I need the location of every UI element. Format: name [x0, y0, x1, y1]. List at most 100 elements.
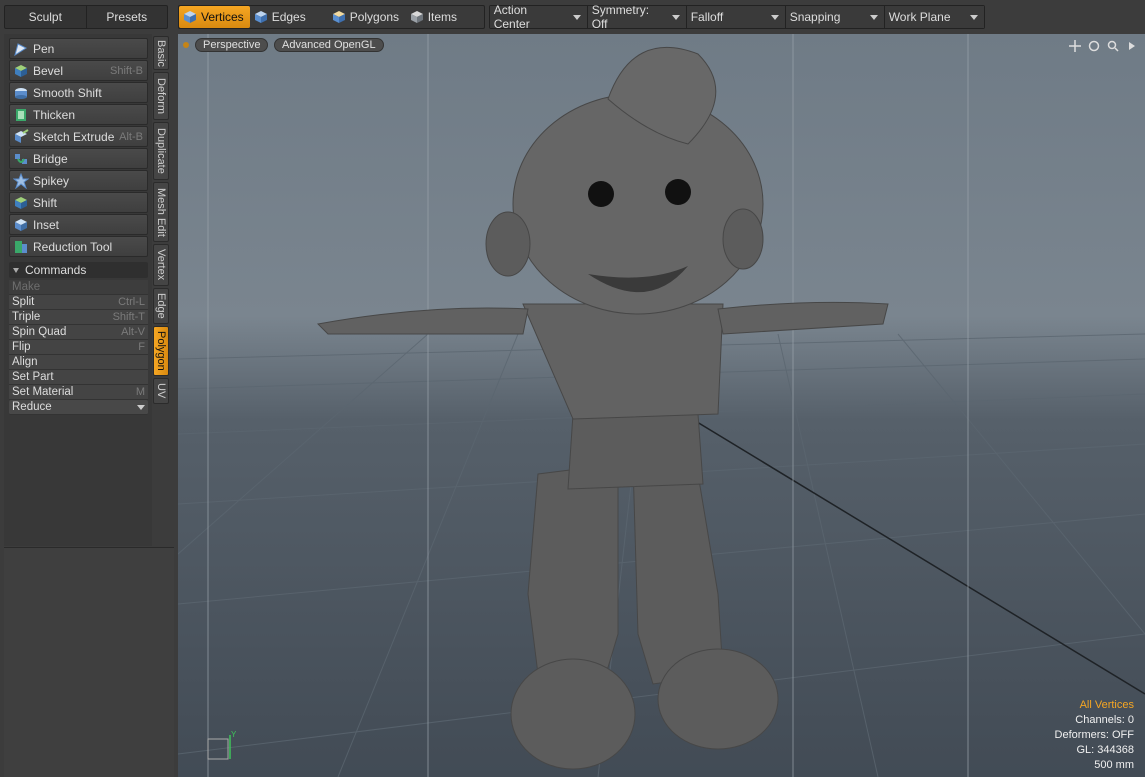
tab-presets[interactable]: Presets: [85, 6, 168, 28]
tool-label: Shift: [33, 195, 58, 210]
viewport-options-dot-icon[interactable]: [183, 42, 189, 48]
items-mode-label: Items: [427, 10, 458, 24]
tab-label: Mesh Edit: [155, 187, 167, 237]
shift-tool-button[interactable]: Shift: [9, 192, 148, 213]
command-label: Split: [12, 296, 35, 308]
chevron-down-icon: [770, 14, 779, 20]
move-view-icon[interactable]: [1067, 38, 1082, 53]
collapse-triangle-icon: [13, 267, 19, 273]
items-cube-icon: [410, 11, 423, 23]
command-flip[interactable]: Flip F: [9, 340, 148, 355]
tool-label: Reduction Tool: [33, 239, 113, 254]
command-split[interactable]: Split Ctrl-L: [9, 295, 148, 310]
toolbar-dropdown-group: Action Center Symmetry: Off Falloff Snap…: [488, 3, 985, 31]
spikey-tool-button[interactable]: Spikey: [9, 170, 148, 191]
tab-duplicate[interactable]: Duplicate: [153, 122, 169, 180]
panel-tab-strip: Sculpt Presets: [4, 5, 168, 29]
command-label: Spin Quad: [12, 326, 67, 338]
zoom-view-icon[interactable]: [1105, 38, 1120, 53]
reduce-dropdown[interactable]: Reduce: [9, 400, 148, 415]
gl-polycount-readout: GL: 344368: [1076, 744, 1135, 756]
symmetry-dropdown[interactable]: Symmetry: Off: [587, 3, 687, 31]
tab-label: UV: [155, 383, 167, 399]
expand-arrow-icon[interactable]: [1124, 38, 1139, 53]
command-triple[interactable]: Triple Shift-T: [9, 310, 148, 325]
command-shortcut: M: [135, 386, 145, 398]
work-plane-dropdown[interactable]: Work Plane: [884, 6, 984, 28]
command-label: Make: [12, 281, 41, 293]
view-type-button[interactable]: Perspective: [195, 38, 269, 52]
tab-basic[interactable]: Basic: [153, 36, 169, 70]
command-shortcut: F: [138, 341, 145, 353]
3d-viewport[interactable]: Perspective Advanced OpenGL Y All Vertic…: [178, 34, 1145, 777]
chevron-down-icon: [572, 14, 581, 20]
reduction-tool-button[interactable]: Reduction Tool: [9, 236, 148, 257]
command-label: Triple: [12, 311, 41, 323]
command-shortcut: Alt-V: [121, 326, 145, 338]
viewport-nav-icons: [1067, 38, 1139, 53]
command-label: Align: [12, 356, 38, 368]
tool-panel: Pen Bevel Shift-B Smooth Shift Thicken Sk…: [4, 34, 152, 546]
sketch-extrude-icon: [15, 128, 29, 143]
chevron-down-icon: [969, 14, 978, 20]
bevel-tool-button[interactable]: Bevel Shift-B: [9, 60, 148, 81]
tool-label: Thicken: [33, 107, 76, 122]
items-mode-button[interactable]: Items: [406, 6, 484, 28]
chevron-down-icon: [137, 404, 145, 410]
vertices-cube-icon: [184, 11, 196, 23]
vertices-mode-label: Vertices: [201, 10, 244, 24]
edges-mode-button[interactable]: Edges: [250, 6, 328, 28]
chevron-down-icon: [671, 14, 680, 20]
snapping-dropdown[interactable]: Snapping: [785, 6, 885, 28]
tab-uv[interactable]: UV: [153, 378, 169, 404]
bridge-tool-button[interactable]: Bridge: [9, 148, 148, 169]
smooth-shift-tool-button[interactable]: Smooth Shift: [9, 82, 148, 103]
thicken-icon: [16, 108, 26, 121]
command-make: Make: [9, 280, 148, 295]
falloff-dropdown[interactable]: Falloff: [686, 6, 786, 28]
vertices-mode-button[interactable]: Vertices: [179, 6, 250, 28]
tab-polygon[interactable]: Polygon: [153, 326, 169, 376]
rotate-view-icon[interactable]: [1086, 38, 1101, 53]
tool-category-tabs: Basic Deform Duplicate Mesh Edit Vertex …: [153, 36, 170, 406]
inset-tool-button[interactable]: Inset: [9, 214, 148, 235]
chevron-down-icon: [869, 14, 878, 20]
command-align[interactable]: Align: [9, 355, 148, 370]
tab-edge[interactable]: Edge: [153, 288, 169, 324]
tab-vertex[interactable]: Vertex: [153, 244, 169, 286]
tool-label: Pen: [33, 41, 55, 56]
tab-sculpt[interactable]: Sculpt: [5, 6, 86, 28]
tool-label: Inset: [33, 217, 60, 232]
bridge-icon: [15, 153, 27, 164]
tab-label: Basic: [155, 39, 167, 67]
reduction-tool-icon: [15, 240, 27, 253]
edges-mode-label: Edges: [271, 10, 306, 24]
render-mode-button[interactable]: Advanced OpenGL: [274, 38, 384, 52]
command-label: Set Part: [12, 371, 54, 383]
polygons-cube-icon: [332, 11, 345, 23]
polygons-mode-button[interactable]: Polygons: [328, 6, 406, 28]
tab-deform[interactable]: Deform: [153, 72, 169, 120]
action-center-label: Action Center: [493, 3, 530, 31]
grid-size-readout: 500 mm: [1094, 759, 1134, 771]
command-set-material[interactable]: Set Material M: [9, 385, 148, 400]
work-plane-label: Work Plane: [888, 10, 951, 24]
axis-y-label: Y: [231, 730, 236, 739]
reduce-label: Reduce: [12, 401, 52, 413]
bevel-icon: [15, 64, 27, 77]
tab-label: Edge: [155, 293, 167, 319]
tab-mesh-edit[interactable]: Mesh Edit: [153, 182, 169, 242]
pen-tool-button[interactable]: Pen: [9, 38, 148, 59]
viewport-info-overlay: All Vertices Channels: 0 Deformers: OFF …: [1055, 698, 1134, 773]
commands-section-header[interactable]: Commands: [9, 262, 148, 278]
shift-icon: [15, 196, 27, 209]
command-spin-quad[interactable]: Spin Quad Alt-V: [9, 325, 148, 340]
command-set-part[interactable]: Set Part: [9, 370, 148, 385]
action-center-dropdown[interactable]: Action Center: [489, 3, 588, 31]
sketch-extrude-tool-button[interactable]: Sketch Extrude Alt-B: [9, 126, 148, 147]
pen-icon: [14, 42, 28, 56]
thicken-tool-button[interactable]: Thicken: [9, 104, 148, 125]
falloff-label: Falloff: [690, 10, 724, 24]
tab-label: Duplicate: [155, 128, 167, 174]
smooth-shift-icon: [15, 87, 27, 99]
